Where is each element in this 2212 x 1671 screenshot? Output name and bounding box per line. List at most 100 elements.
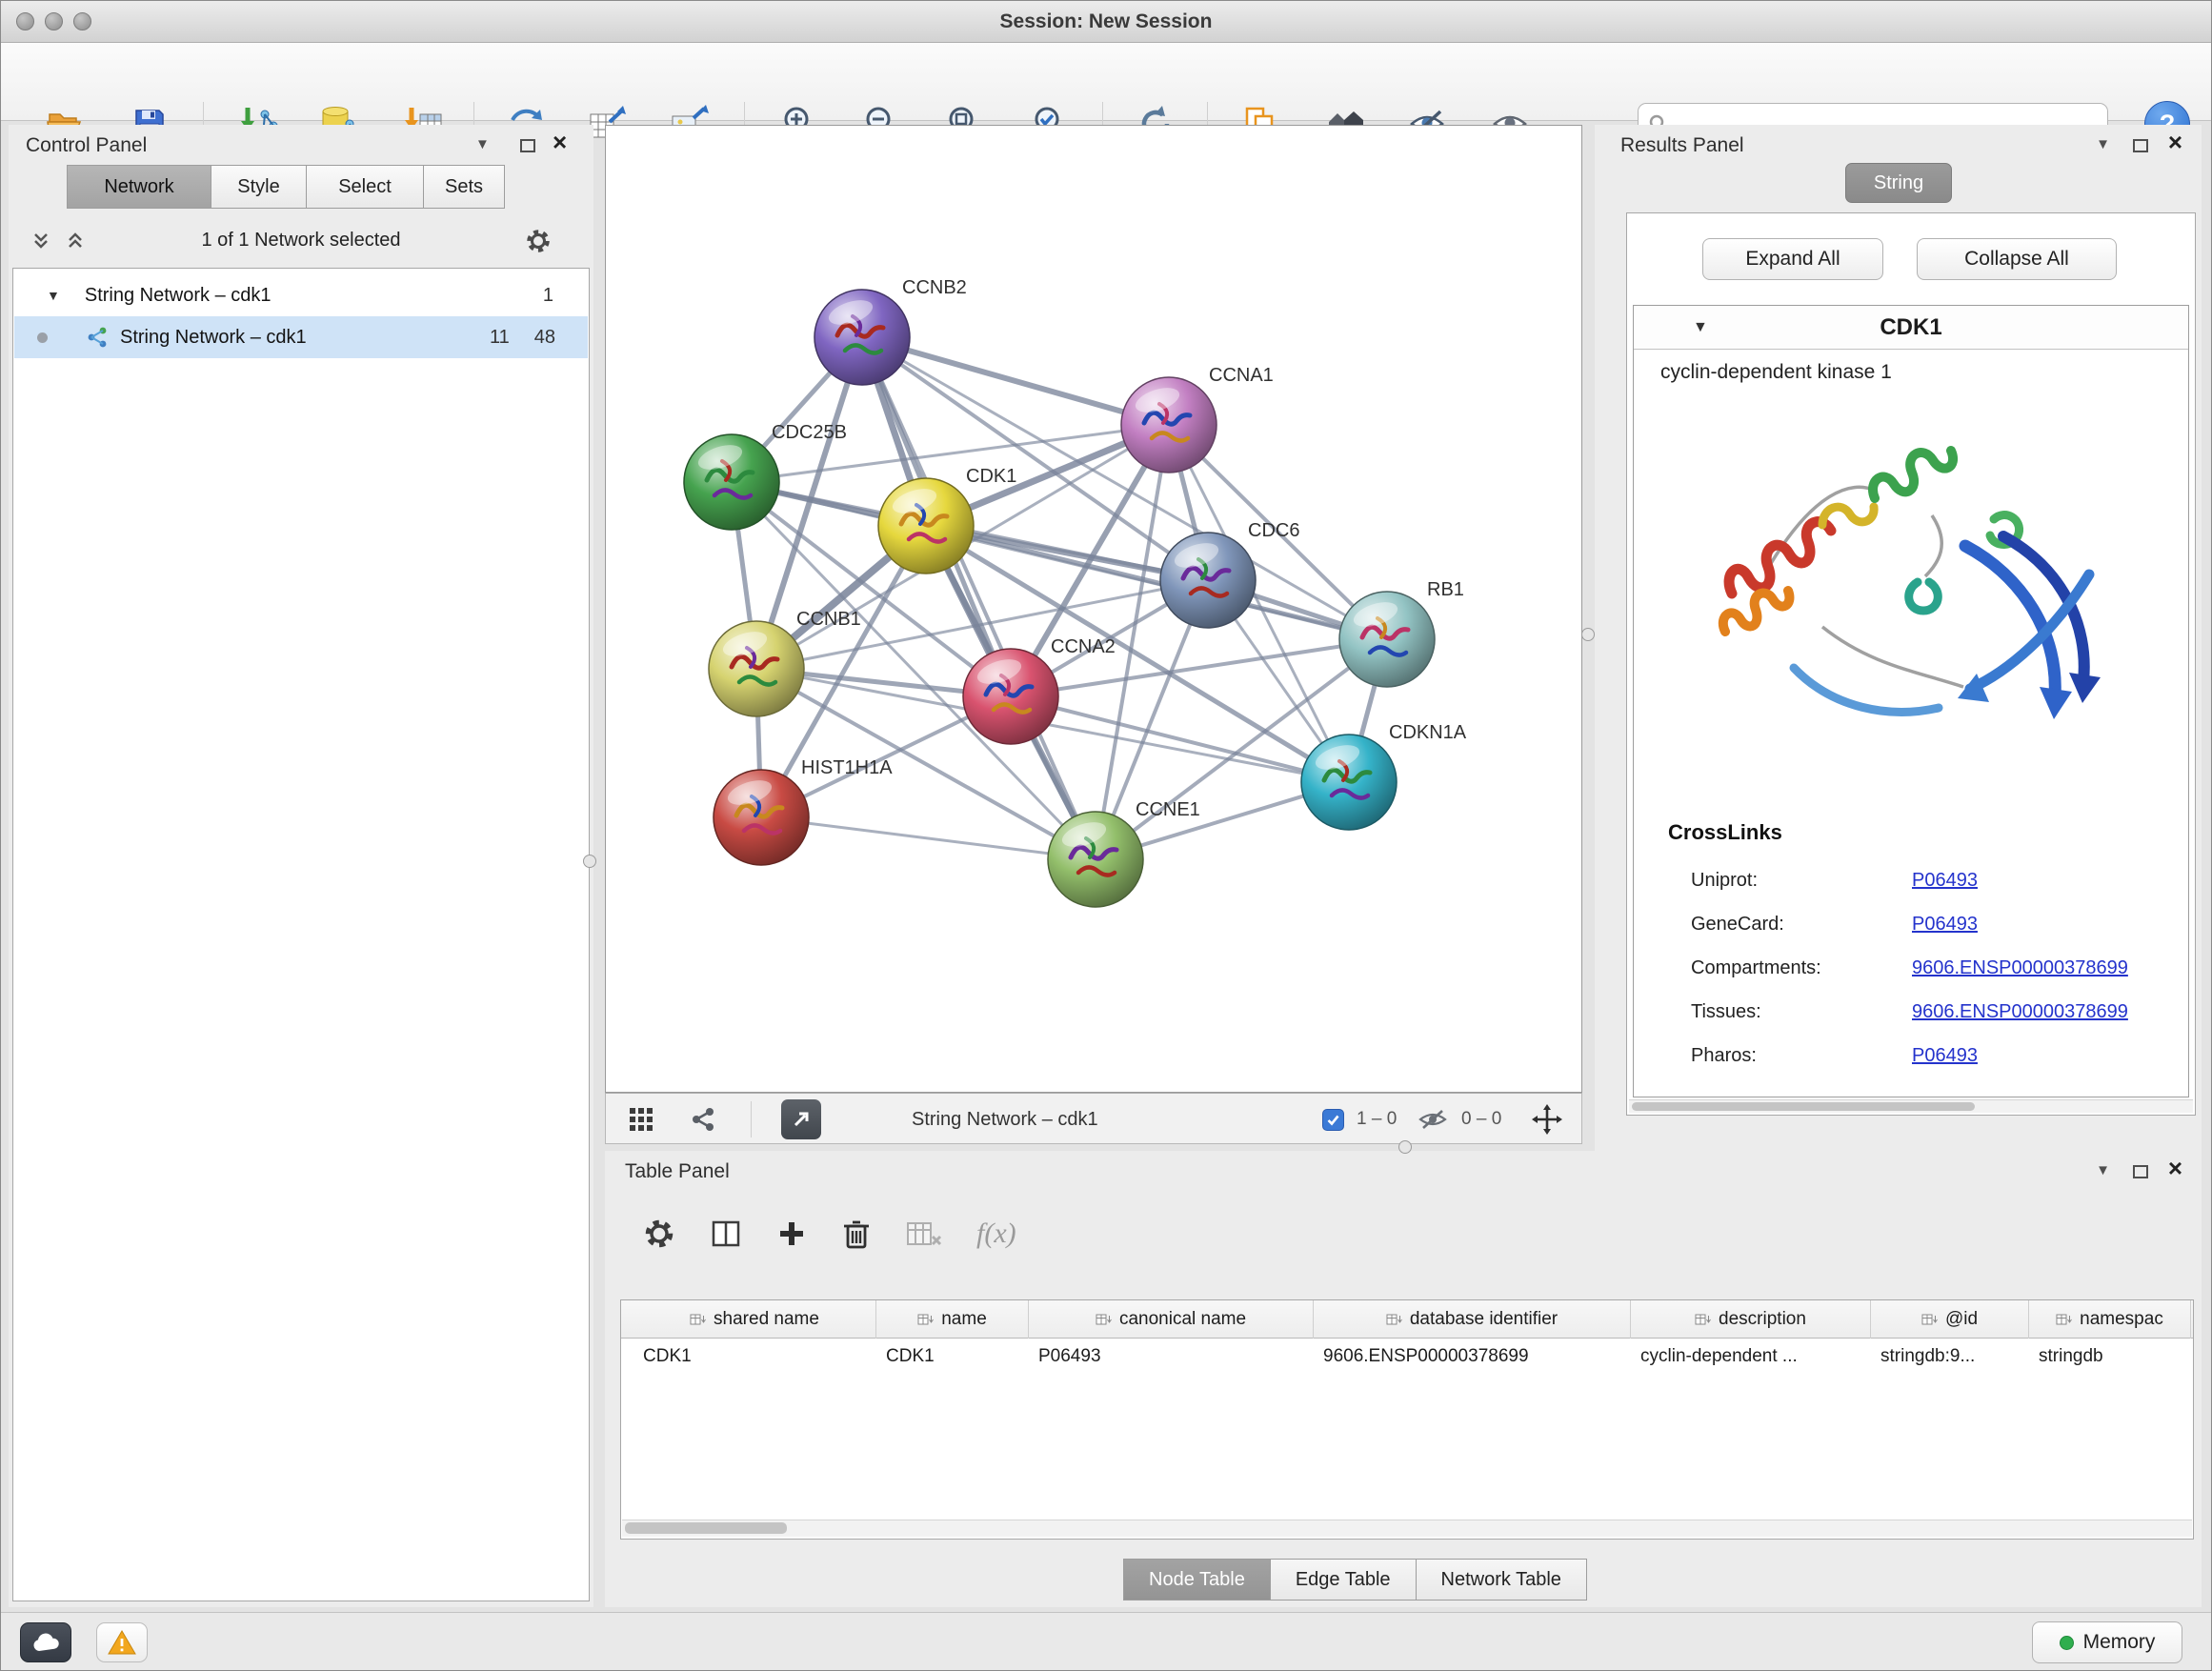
warnings-button[interactable] [96,1622,148,1662]
network-collection-row[interactable]: ▼ String Network – cdk1 1 [14,274,588,316]
eye-slash-small-icon [1418,1108,1447,1131]
network-node-cdk1[interactable]: CDK1 [878,466,1016,574]
splitter-handle-left[interactable] [583,855,596,868]
collapse-all-button[interactable]: Collapse All [1917,238,2117,280]
protein-section-header[interactable]: ▼ CDK1 [1634,306,2188,350]
protein-section-cdk1: ▼ CDK1 cyclin-dependent kinase 1 [1633,305,2189,1097]
crosslink-link-tissues[interactable]: 9606.ENSP00000378699 [1912,1001,2128,1023]
network-row-selected[interactable]: String Network – cdk1 11 48 [14,316,588,358]
string-network-graph[interactable]: CCNB2CCNA1CDC25BCDK1CDC6RB1CCNB1CCNA2CDK… [606,126,1581,1092]
table-cell[interactable]: stringdb:9... [1871,1339,2029,1374]
window-minimize-button[interactable] [45,12,63,30]
table-data-row[interactable]: CDK1CDK1P064939606.ENSP00000378699cyclin… [621,1339,2193,1374]
splitter-handle-right[interactable] [1581,628,1595,641]
window-close-button[interactable] [16,12,34,30]
node-label-cdk1: CDK1 [966,466,1016,487]
column-header-canonical-name[interactable]: canonical name [1029,1300,1314,1339]
table-settings-button[interactable] [643,1218,675,1250]
crosslink-label: Uniprot: [1691,870,1758,892]
panel-close-icon[interactable]: × [553,128,567,157]
open-in-window-button[interactable] [781,1099,821,1139]
share-network-button[interactable] [690,1094,716,1145]
crosslink-row: Tissues:9606.ENSP00000378699 [1634,992,2188,1036]
tree-expander-icon[interactable]: ▼ [47,288,60,303]
panel-float-icon[interactable] [520,139,535,152]
pan-mode-button[interactable] [1532,1094,1562,1145]
network-node-hist1h1a[interactable]: HIST1H1A [714,757,893,865]
panel-menu-icon[interactable]: ▼ [2096,1162,2110,1178]
scrollbar-thumb[interactable] [625,1522,787,1534]
tab-string[interactable]: String [1845,163,1952,203]
panel-close-icon[interactable]: × [2168,1154,2182,1183]
expand-all-button[interactable]: Expand All [1702,238,1883,280]
warning-icon [108,1630,136,1655]
tab-sets[interactable]: Sets [423,165,505,209]
delete-table-button[interactable] [906,1219,942,1248]
show-columns-button[interactable] [710,1218,742,1250]
string-network-icon [86,326,109,349]
node-label-ccne1: CCNE1 [1136,799,1200,820]
panel-float-icon[interactable] [2133,1165,2148,1178]
delete-column-button[interactable] [841,1218,872,1250]
crosslink-link-compartments[interactable]: 9606.ENSP00000378699 [1912,957,2128,979]
network-selection-status: 1 of 1 Network selected [9,230,593,252]
node-label-cdc6: CDC6 [1248,520,1299,541]
selected-checkbox[interactable] [1322,1094,1344,1145]
function-builder-button[interactable]: f(x) [976,1218,1016,1250]
crosslink-link-pharos[interactable]: P06493 [1912,1045,1978,1067]
cloud-button[interactable] [20,1622,71,1662]
tab-style[interactable]: Style [211,165,307,209]
table-cell[interactable]: cyclin-dependent ... [1631,1339,1871,1374]
network-edge-CCNB2-CCNE1[interactable] [862,337,1096,859]
footer-separator [751,1101,752,1137]
table-cell[interactable]: CDK1 [876,1339,1029,1374]
column-header-name[interactable]: name [876,1300,1029,1339]
table-horizontal-scrollbar[interactable] [622,1520,2192,1537]
network-tree: ▼ String Network – cdk1 1 String Network… [12,268,590,1601]
network-node-ccnb2[interactable]: CCNB2 [814,277,967,385]
panel-menu-icon[interactable]: ▼ [475,136,490,152]
network-selection-bar: 1 of 1 Network selected [9,216,593,266]
tab-select[interactable]: Select [306,165,424,209]
tab-edge-table[interactable]: Edge Table [1270,1559,1417,1601]
network-node-ccna1[interactable]: CCNA1 [1121,365,1274,473]
scrollbar-thumb[interactable] [1632,1102,1975,1111]
birds-eye-view-button[interactable] [629,1094,654,1145]
column-header-namespac[interactable]: namespac [2029,1300,2191,1339]
tab-network-table[interactable]: Network Table [1416,1559,1587,1601]
network-edge-HIST1H1A-CCNE1[interactable] [761,817,1096,859]
network-node-ccnb1[interactable]: CCNB1 [709,609,861,716]
memory-button[interactable]: Memory [2032,1621,2182,1663]
panel-float-icon[interactable] [2133,139,2148,152]
gear-icon[interactable] [525,228,552,254]
table-cell[interactable]: CDK1 [633,1339,876,1374]
panel-close-icon[interactable]: × [2168,128,2182,157]
crosslink-row: Uniprot: P06493 [1634,860,2188,904]
column-header--id[interactable]: @id [1871,1300,2029,1339]
hidden-toggle[interactable] [1418,1094,1447,1145]
table-cell[interactable]: 9606.ENSP00000378699 [1314,1339,1631,1374]
panel-menu-icon[interactable]: ▼ [2096,136,2110,152]
node-label-ccna2: CCNA2 [1051,636,1116,657]
network-canvas[interactable]: CCNB2CCNA1CDC25BCDK1CDC6RB1CCNB1CCNA2CDK… [605,125,1582,1093]
tab-node-table[interactable]: Node Table [1123,1559,1271,1601]
crosslink-link-genecard[interactable]: P06493 [1912,914,1978,936]
results-horizontal-scrollbar[interactable] [1629,1099,2193,1113]
network-node-cdc25b[interactable]: CDC25B [684,422,847,530]
table-cell[interactable]: P06493 [1029,1339,1314,1374]
network-node-rb1[interactable]: RB1 [1339,579,1464,687]
status-bar: Memory [1,1612,2211,1671]
current-network-dot-icon [37,332,48,343]
table-cell[interactable]: stringdb [2029,1339,2191,1374]
tab-network[interactable]: Network [67,165,211,209]
column-header-database-identifier[interactable]: database identifier [1314,1300,1631,1339]
splitter-handle-horizontal[interactable] [1398,1140,1412,1154]
column-header-description[interactable]: description [1631,1300,1871,1339]
protein-title: CDK1 [1634,314,2188,341]
window-zoom-button[interactable] [73,12,91,30]
column-header-shared-name[interactable]: shared name [633,1300,876,1339]
crosslink-link-uniprot[interactable]: P06493 [1912,870,1978,892]
table-tabs: Node TableEdge TableNetwork Table [1124,1559,1587,1601]
control-panel-tabs: NetworkStyleSelectSets [68,165,505,209]
add-column-button[interactable] [776,1218,807,1249]
